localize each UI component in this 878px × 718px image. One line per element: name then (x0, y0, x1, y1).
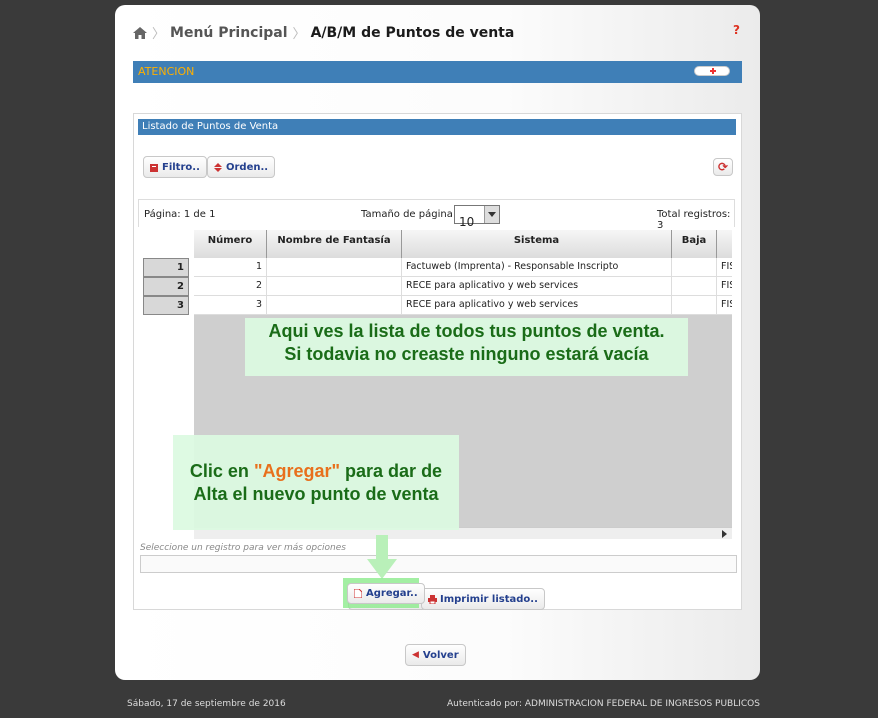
auth-value: ADMINISTRACION FEDERAL DE INGRESOS PUBLI… (524, 699, 760, 709)
print-list-button[interactable]: Imprimir listado.. (421, 588, 545, 610)
grid-header: Número Nombre de Fantasía Sistema Baja (194, 230, 732, 258)
list-info-note: Aqui ves la lista de todos tus puntos de… (245, 318, 688, 376)
table-row[interactable]: 1 Factuweb (Imprenta) - Responsable Insc… (194, 258, 732, 277)
note-line: Aqui ves la lista de todos tus puntos de… (268, 321, 665, 341)
cell-nombre (267, 258, 402, 277)
cell-sistema: Factuweb (Imprenta) - Responsable Inscri… (402, 258, 672, 277)
cell-extra: FIS (717, 277, 732, 296)
filter-icon (150, 163, 158, 172)
note-text: Clic en (189, 461, 254, 481)
order-button[interactable]: Orden.. (207, 156, 276, 178)
scroll-right-icon[interactable] (722, 530, 727, 538)
note-highlight: "Agregar" (253, 461, 341, 481)
add-info-note: Clic en "Agregar" para dar de Alta el nu… (173, 435, 459, 530)
back-button[interactable]: ◀ Volver (405, 644, 466, 666)
page-size-label: Tamaño de página: (361, 209, 457, 220)
column-header[interactable]: Sistema (402, 230, 672, 258)
refresh-button[interactable]: ⟳ (713, 158, 733, 176)
refresh-icon: ⟳ (718, 160, 729, 174)
cell-sistema: RECE para aplicativo y web services (402, 277, 672, 296)
row-index[interactable]: 1 (143, 258, 189, 277)
cell-numero: 2 (194, 277, 267, 296)
cell-extra: FIS (717, 258, 732, 277)
table-row[interactable]: 2 RECE para aplicativo y web services FI… (194, 277, 732, 296)
add-document-icon (353, 588, 363, 599)
footer-auth: Autenticado por: ADMINISTRACION FEDERAL … (447, 699, 760, 709)
help-icon[interactable]: ? (733, 23, 740, 37)
breadcrumb-separator: 〉 (292, 27, 306, 42)
print-label: Imprimir listado.. (440, 593, 538, 605)
note-line: Clic en "Agregar" para dar de (173, 460, 459, 483)
row-index[interactable]: 3 (143, 296, 189, 315)
sort-icon (214, 162, 222, 172)
add-label: Agregar.. (366, 588, 418, 599)
column-header[interactable]: Número (194, 230, 267, 258)
add-button-highlighted[interactable]: Agregar.. (347, 583, 425, 604)
note-text: para dar de (340, 461, 443, 481)
panel-title: Listado de Puntos de Venta (138, 119, 736, 135)
pager: Página: 1 de 1 Tamaño de página: 10 Tota… (138, 199, 735, 231)
footer-date: Sábado, 17 de septiembre de 2016 (127, 699, 286, 709)
arrow-left-icon: ◀ (412, 650, 419, 660)
note-line: Alta el nuevo punto de venta (193, 484, 439, 504)
cell-nombre (267, 296, 402, 315)
cell-extra: FIS (717, 296, 732, 315)
cell-numero: 1 (194, 258, 267, 277)
total-records: Total registros: 3 (657, 209, 731, 231)
cell-sistema: RECE para aplicativo y web services (402, 296, 672, 315)
row-index[interactable]: 2 (143, 277, 189, 296)
filter-label: Filtro.. (162, 161, 200, 173)
expand-icon[interactable] (694, 66, 730, 76)
selection-hint: Seleccione un registro para ver más opci… (140, 543, 346, 553)
column-header[interactable] (717, 230, 732, 258)
note-line: Si todavia no creaste ninguno estará vac… (284, 344, 649, 364)
filter-button[interactable]: Filtro.. (143, 156, 207, 178)
printer-icon (428, 594, 437, 604)
cell-baja (672, 277, 717, 296)
chevron-down-icon (488, 212, 496, 217)
order-label: Orden.. (226, 161, 269, 173)
page-size-value: 10 (459, 215, 475, 229)
table-row[interactable]: 3 RECE para aplicativo y web services FI… (194, 296, 732, 315)
cell-baja (672, 258, 717, 277)
column-header[interactable]: Baja (672, 230, 717, 258)
cell-baja (672, 296, 717, 315)
column-header[interactable]: Nombre de Fantasía (267, 230, 402, 258)
auth-label: Autenticado por: (447, 699, 525, 709)
page-title: A/B/M de Puntos de venta (310, 24, 515, 41)
options-area (140, 555, 737, 573)
home-icon[interactable] (133, 26, 147, 39)
cell-nombre (267, 277, 402, 296)
cell-numero: 3 (194, 296, 267, 315)
atencion-title: ATENCION (138, 65, 195, 78)
page-size-select[interactable]: 10 (454, 205, 500, 229)
back-label: Volver (422, 649, 459, 661)
breadcrumb: 〉 Menú Principal 〉 A/B/M de Puntos de ve… (133, 23, 514, 42)
atencion-bar: ATENCION (133, 61, 742, 83)
page-info: Página: 1 de 1 (144, 209, 216, 220)
arrow-down-icon (367, 535, 397, 579)
breadcrumb-separator: 〉 (152, 27, 166, 42)
breadcrumb-menu-link[interactable]: Menú Principal (170, 25, 288, 41)
